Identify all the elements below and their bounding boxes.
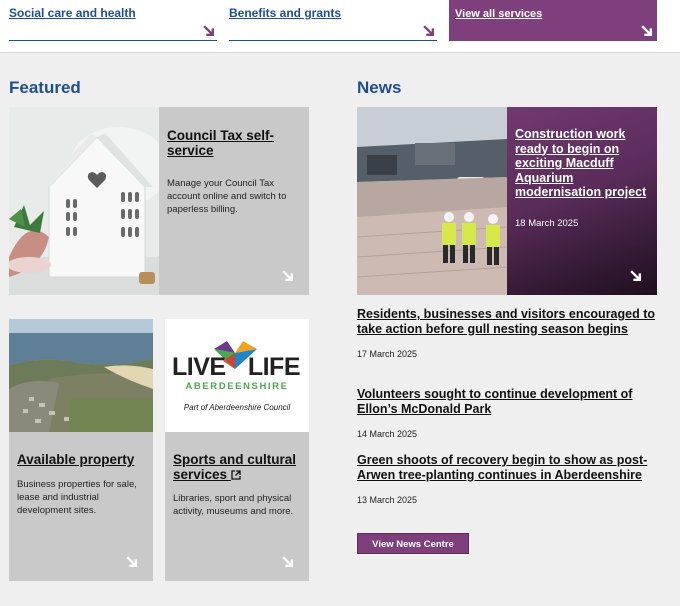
news-item-title[interactable]: Residents, businesses and visitors encou… <box>357 307 657 336</box>
house-ornament-image <box>9 107 159 295</box>
view-all-services-button[interactable]: View all services <box>449 0 657 41</box>
arrow-down-right-icon <box>282 556 294 568</box>
featured-heading: Featured <box>9 78 81 97</box>
arrow-down-right-icon <box>641 25 653 37</box>
news-item: Volunteers sought to continue developmen… <box>357 387 657 439</box>
coastal-aerial-image <box>9 319 153 432</box>
services-bar: Social care and health Benefits and gran… <box>0 0 680 53</box>
featured-news-tile[interactable]: Construction work ready to begin on exci… <box>357 107 657 295</box>
service-label[interactable]: Benefits and grants <box>229 6 341 20</box>
construction-site-image <box>357 107 507 295</box>
news-item-title[interactable]: Green shoots of recovery begin to show a… <box>357 453 657 482</box>
featured-news-title[interactable]: Construction work ready to begin on exci… <box>515 127 651 200</box>
council-tax-title[interactable]: Council Tax self-service <box>167 128 302 158</box>
council-tax-description: Manage your Council Tax account online a… <box>167 178 287 215</box>
available-property-description: Business properties for sale, lease and … <box>17 479 137 516</box>
news-item-date: 13 March 2025 <box>357 495 418 505</box>
arrow-down-right-icon <box>203 25 215 37</box>
sports-cultural-tile[interactable]: LIVE LIFE ABERDEENSHIRE Part of Aberdeen… <box>165 319 309 581</box>
arrow-down-right-icon <box>630 270 642 282</box>
logo-word-life: LIFE <box>247 353 301 381</box>
arrow-down-right-icon <box>282 270 294 282</box>
service-label[interactable]: Social care and health <box>9 6 136 20</box>
service-link-benefits[interactable]: Benefits and grants <box>229 0 437 41</box>
news-item: Residents, businesses and visitors encou… <box>357 307 657 359</box>
arrow-down-right-icon <box>126 556 138 568</box>
view-all-label[interactable]: View all services <box>455 8 542 20</box>
logo-region: ABERDEENSHIRE <box>185 381 289 392</box>
council-tax-tile[interactable]: Council Tax self-service Manage your Cou… <box>9 107 309 295</box>
news-item-date: 17 March 2025 <box>357 349 418 359</box>
news-item: Green shoots of recovery begin to show a… <box>357 453 657 505</box>
service-link-social-care[interactable]: Social care and health <box>9 0 217 41</box>
live-life-logo: LIVE LIFE ABERDEENSHIRE Part of Aberdeen… <box>165 319 309 432</box>
sports-cultural-description: Libraries, sport and physical activity, … <box>173 493 294 517</box>
logo-caption: Part of Aberdeenshire Council <box>183 403 291 412</box>
news-item-date: 14 March 2025 <box>357 429 418 439</box>
news-item-title[interactable]: Volunteers sought to continue developmen… <box>357 387 657 416</box>
view-news-centre-button[interactable]: View News Centre <box>357 533 469 554</box>
available-property-title[interactable]: Available property <box>17 452 147 467</box>
logo-word-live: LIVE <box>172 353 226 381</box>
arrow-down-right-icon <box>423 25 435 37</box>
featured-news-date: 18 March 2025 <box>515 218 579 229</box>
external-link-icon <box>231 470 241 480</box>
sports-cultural-title[interactable]: Sports and cultural services <box>173 452 305 482</box>
available-property-tile[interactable]: Available property Business properties f… <box>9 319 153 581</box>
news-heading: News <box>357 78 402 97</box>
